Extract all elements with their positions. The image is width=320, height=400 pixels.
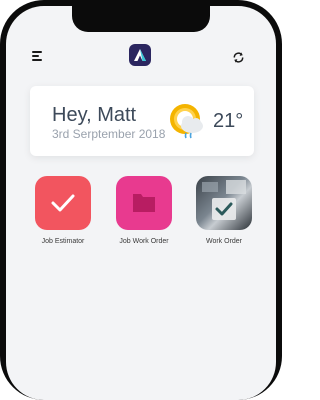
welcome-card: Hey, Matt 3rd Serptember 2018 21° xyxy=(30,86,254,156)
app-tile-label: Job Estimator xyxy=(41,238,85,245)
temperature-text: 21° xyxy=(213,110,244,132)
job-work-order-tile[interactable] xyxy=(116,176,172,230)
app-logo-icon xyxy=(129,44,151,66)
photo-checkbox-icon xyxy=(202,180,246,220)
app-tile-work-order[interactable]: Work Order xyxy=(196,176,252,245)
work-order-tile[interactable] xyxy=(196,176,252,230)
app-tile-job-estimator[interactable]: Job Estimator xyxy=(35,176,91,245)
checkmark-icon xyxy=(51,194,75,212)
hamburger-icon[interactable] xyxy=(32,50,44,62)
app-screen: Hey, Matt 3rd Serptember 2018 21° Job Es… xyxy=(6,6,276,400)
app-tile-job-work-order[interactable]: Job Work Order xyxy=(116,176,172,245)
sun-cloud-rain-icon xyxy=(170,104,203,139)
greeting-text: Hey, Matt xyxy=(52,104,137,126)
job-estimator-tile[interactable] xyxy=(35,176,91,230)
folder-icon xyxy=(133,194,155,212)
phone-frame: Hey, Matt 3rd Serptember 2018 21° Job Es… xyxy=(0,0,282,400)
app-tile-label: Job Work Order xyxy=(119,238,169,245)
app-tile-label: Work Order xyxy=(205,238,243,245)
phone-notch xyxy=(72,6,210,32)
date-text: 3rd Serptember 2018 xyxy=(52,127,166,141)
sync-icon[interactable] xyxy=(232,51,245,64)
